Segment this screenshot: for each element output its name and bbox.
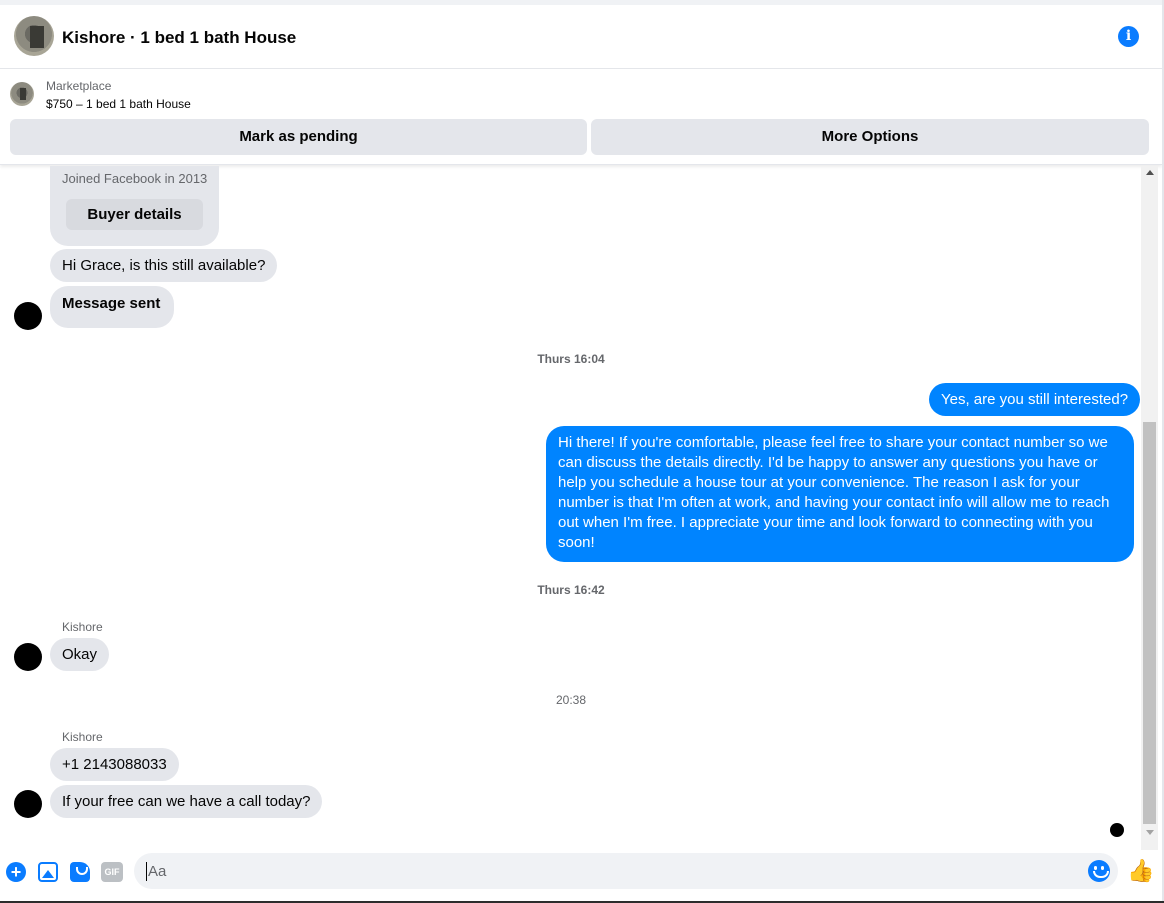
sender-name: Kishore <box>62 730 103 744</box>
system-message: Message sent <box>50 286 175 328</box>
sender-name: Kishore <box>62 620 103 634</box>
contact-avatar[interactable] <box>14 790 42 818</box>
listing-thumbnail[interactable] <box>10 82 34 106</box>
contact-avatar[interactable] <box>14 643 42 671</box>
gif-icon[interactable]: GIF <box>101 862 123 882</box>
conversation-header: Kishore · 1 bed 1 bath House i <box>0 0 1162 69</box>
scrollbar-thumb[interactable] <box>1143 422 1156 824</box>
incoming-message: Hi Grace, is this still available? <box>50 249 278 282</box>
text-cursor <box>146 862 147 881</box>
emoji-icon[interactable] <box>1088 860 1110 882</box>
marketplace-panel: Marketplace $750 – 1 bed 1 bath House Ma… <box>0 69 1162 165</box>
joined-text: Joined Facebook in 2013 <box>62 171 208 186</box>
message-input[interactable]: Aa <box>134 853 1118 889</box>
outgoing-message: Yes, are you still interested? <box>929 383 1141 416</box>
scroll-up-arrow-icon[interactable] <box>1146 170 1154 175</box>
sticker-icon[interactable] <box>70 862 90 882</box>
conversation-title[interactable]: Kishore · 1 bed 1 bath House <box>62 28 296 48</box>
incoming-message: If your free can we have a call today? <box>50 785 323 818</box>
mark-as-pending-button[interactable]: Mark as pending <box>10 119 587 155</box>
timestamp: Thurs 16:42 <box>537 583 605 597</box>
buyer-details-button[interactable]: Buyer details <box>66 199 203 230</box>
conversation-avatar[interactable] <box>14 16 54 56</box>
more-actions-plus-icon[interactable]: + <box>6 862 26 882</box>
contact-avatar[interactable] <box>14 302 42 330</box>
scroll-down-arrow-icon[interactable] <box>1146 830 1154 835</box>
outgoing-message: Hi there! If you're comfortable, please … <box>546 426 1134 562</box>
listing-title[interactable]: $750 – 1 bed 1 bath House <box>46 97 191 111</box>
timestamp: Thurs 16:04 <box>537 352 605 366</box>
messenger-window: Kishore · 1 bed 1 bath House i Marketpla… <box>0 0 1164 903</box>
marketplace-label: Marketplace <box>46 79 112 93</box>
thumbs-up-icon[interactable]: 👍 <box>1127 859 1154 883</box>
timestamp: 20:38 <box>555 693 587 707</box>
info-icon[interactable]: i <box>1118 26 1139 47</box>
incoming-message: Okay <box>50 638 110 671</box>
read-receipt-avatar <box>1110 823 1124 837</box>
attach-photo-icon[interactable] <box>38 862 58 882</box>
incoming-message: +1 2143088033 <box>50 748 179 781</box>
buyer-card: Joined Facebook in 2013 Buyer details <box>50 166 219 246</box>
message-scrollbar[interactable] <box>1141 166 1158 850</box>
message-list: Joined Facebook in 2013 Buyer details Hi… <box>0 166 1141 850</box>
more-options-button[interactable]: More Options <box>591 119 1149 155</box>
message-composer: + GIF Aa 👍 <box>0 850 1164 903</box>
message-input-placeholder: Aa <box>148 863 167 880</box>
